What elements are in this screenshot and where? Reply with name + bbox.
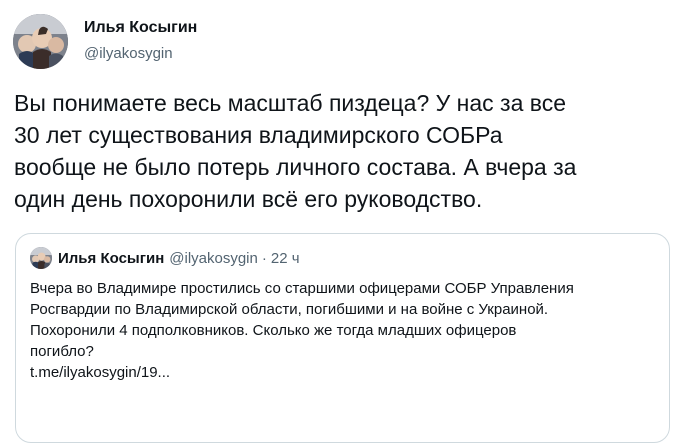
quoted-separator: · xyxy=(261,249,267,267)
quoted-tweet[interactable]: Илья Косыгин @ilyakosygin · 22 ч Вчера в… xyxy=(15,233,670,443)
tweet-text-line: 30 лет существования владимирского СОБРа xyxy=(14,122,503,148)
tweet-text-line: один день похоронили всё его руководство… xyxy=(14,186,483,212)
author-block: Илья Косыгин @ilyakosygin xyxy=(84,18,197,64)
quoted-tweet-header: Илья Косыгин @ilyakosygin · 22 ч xyxy=(30,247,300,269)
quoted-timestamp: 22 ч xyxy=(270,249,300,267)
quoted-display-name: Илья Косыгин xyxy=(58,249,165,267)
quoted-text-line: Росгвардии по Владимирской области, поги… xyxy=(30,301,549,318)
tweet-text: Вы понимаете весь масштаб пиздеца? У нас… xyxy=(14,87,666,215)
tweet-text-line: Вы понимаете весь масштаб пиздеца? У нас… xyxy=(14,90,567,116)
quoted-handle: @ilyakosygin xyxy=(169,249,258,267)
quoted-link[interactable]: t.me/ilyakosygin/19... xyxy=(30,362,660,383)
tweet-text-line: вообще не было потерь личного состава. А… xyxy=(14,154,577,180)
tweet: Илья Косыгин @ilyakosygin Вы понимаете в… xyxy=(0,0,674,443)
quoted-text-line: погибло? xyxy=(30,343,94,360)
quoted-avatar xyxy=(30,247,52,269)
quoted-text-line: Вчера во Владимире простились со старшим… xyxy=(30,280,574,297)
quoted-text: Вчера во Владимире простились со старшим… xyxy=(30,278,660,383)
quoted-text-line: Похоронили 4 подполковников. Сколько же … xyxy=(30,322,517,339)
author-display-name[interactable]: Илья Косыгин xyxy=(84,18,197,38)
author-handle[interactable]: @ilyakosygin xyxy=(84,44,197,64)
avatar[interactable] xyxy=(13,14,68,69)
